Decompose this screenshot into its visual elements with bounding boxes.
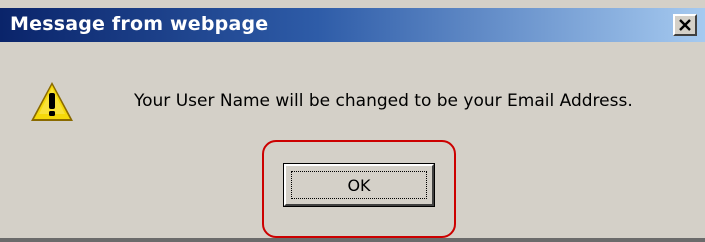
ok-button[interactable]: OK <box>283 163 435 207</box>
close-icon <box>679 19 691 31</box>
dialog-title: Message from webpage <box>10 13 269 35</box>
alert-dialog: Message from webpage Your User Name will… <box>0 0 705 242</box>
window-bottom-edge <box>0 238 705 242</box>
close-button[interactable] <box>673 14 697 36</box>
dialog-message: Your User Name will be changed to be you… <box>134 91 633 111</box>
title-bar[interactable]: Message from webpage <box>0 8 705 42</box>
ok-button-label: OK <box>347 175 371 195</box>
warning-icon <box>31 82 73 121</box>
window-top-strip <box>0 0 705 8</box>
